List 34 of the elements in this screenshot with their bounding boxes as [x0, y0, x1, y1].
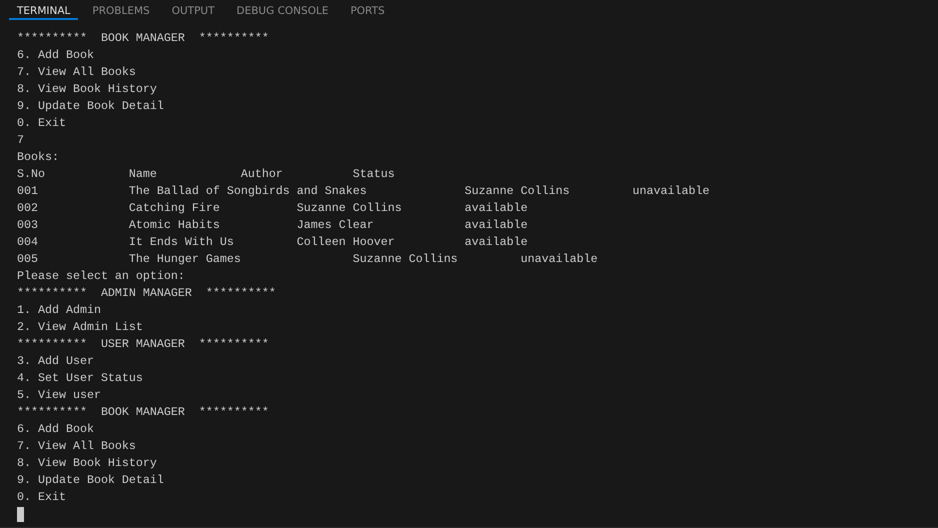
terminal-line: 001 The Ballad of Songbirds and Snakes Suzanne Collins unavailable: [17, 183, 710, 200]
terminal-line: 9. Update Book Detail: [17, 98, 164, 115]
terminal-line: 7. View All Books: [17, 64, 136, 81]
terminal-line: 8. View Book History: [17, 455, 157, 472]
terminal-line: ********** BOOK MANAGER **********: [17, 30, 269, 47]
terminal-line: Please select an option:: [17, 268, 185, 285]
terminal-line: 003 Atomic Habits James Clear available: [17, 217, 528, 234]
terminal-line: 7: [17, 132, 24, 149]
terminal-line: 004 It Ends With Us Colleen Hoover available: [17, 234, 528, 251]
terminal-line: 002 Catching Fire Suzanne Collins available: [17, 200, 528, 217]
terminal-line: Books:: [17, 149, 59, 166]
terminal-line: 1. Add Admin: [17, 302, 101, 319]
terminal-line: 7. View All Books: [17, 438, 136, 455]
terminal-line: 4. Set User Status: [17, 370, 143, 387]
terminal-line: 005 The Hunger Games Suzanne Collins unavailable: [17, 251, 598, 268]
terminal-line: 2. View Admin List: [17, 319, 143, 336]
terminal-line: 5. View user: [17, 387, 101, 404]
terminal-line: ********** BOOK MANAGER **********: [17, 404, 269, 421]
terminal-line: 8. View Book History: [17, 81, 157, 98]
terminal-line: ********** ADMIN MANAGER **********: [17, 285, 276, 302]
terminal-line: 6. Add Book: [17, 421, 94, 438]
panel-tab[interactable]: DEBUG CONSOLE: [228, 0, 336, 20]
panel-tab[interactable]: TERMINAL: [9, 0, 78, 20]
terminal-cursor-icon: [17, 507, 24, 522]
terminal-line: 3. Add User: [17, 353, 94, 370]
terminal-line: 6. Add Book: [17, 47, 94, 64]
terminal-line: 0. Exit: [17, 489, 66, 506]
terminal-line: 0. Exit: [17, 115, 66, 132]
panel-tab[interactable]: PROBLEMS: [84, 0, 158, 20]
terminal-line: ********** USER MANAGER **********: [17, 336, 269, 353]
panel-tab[interactable]: OUTPUT: [164, 0, 222, 20]
terminal-line: S.No Name Author Status: [17, 166, 395, 183]
terminal-line: 9. Update Book Detail: [17, 472, 164, 489]
panel-tab[interactable]: PORTS: [342, 0, 393, 20]
